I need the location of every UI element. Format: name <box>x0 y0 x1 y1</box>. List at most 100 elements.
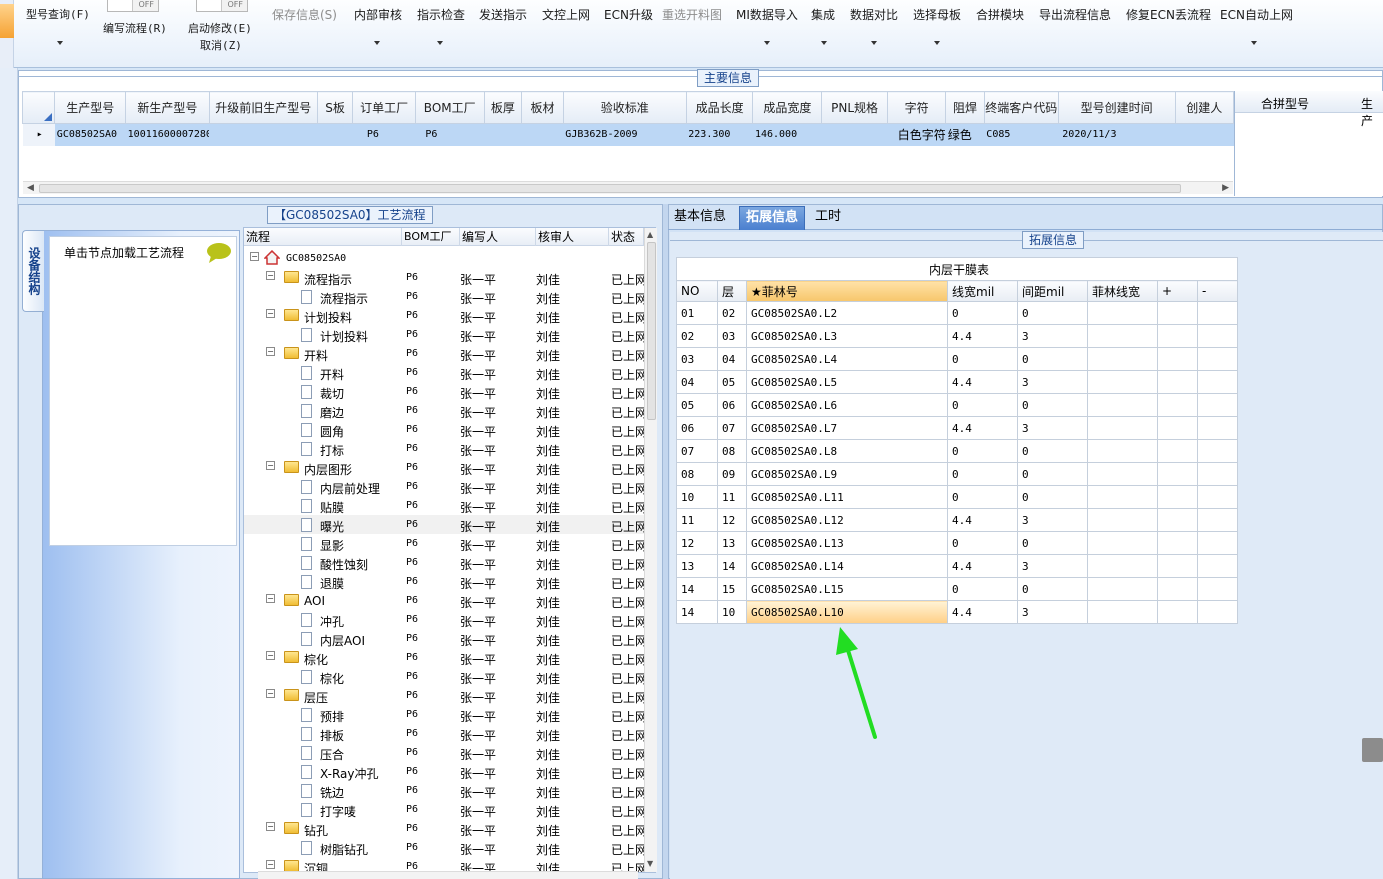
scroll-thumb[interactable] <box>39 184 1181 193</box>
table-cell[interactable]: 14 <box>676 600 718 624</box>
col-header[interactable]: 生产型号 <box>54 91 127 124</box>
table-cell[interactable]: 01 <box>676 301 718 325</box>
scroll-right-icon[interactable]: ▶ <box>1222 183 1229 193</box>
table-row[interactable]: 06 07 GC08502SA0.L7 4.4 3 <box>676 416 1238 440</box>
table-cell[interactable] <box>1157 324 1198 348</box>
tree-step-node[interactable]: 内层AOI P6 张一平 刘佳 已上网 <box>244 629 647 648</box>
table-cell[interactable]: GC08502SA0.L11 <box>746 485 948 509</box>
table-row[interactable]: 05 06 GC08502SA0.L6 0 0 <box>676 393 1238 417</box>
table-cell[interactable] <box>821 123 888 146</box>
table-cell[interactable] <box>1157 393 1198 417</box>
toolbar-cancel[interactable]: 取消(Z) <box>200 37 242 53</box>
table-cell[interactable]: GC08502SA0.L12 <box>746 508 948 532</box>
toolbar-mi-import[interactable]: MI数据导入 <box>736 6 798 23</box>
tree-step-node[interactable]: 铣边 P6 张一平 刘佳 已上网 <box>244 781 647 800</box>
table-cell[interactable] <box>1087 508 1158 532</box>
col-header[interactable]: 字符 <box>886 91 947 124</box>
table-cell[interactable] <box>1197 600 1238 624</box>
table-cell[interactable]: GC08502SA0.L2 <box>746 301 948 325</box>
table-cell[interactable]: 4.4 <box>947 508 1018 532</box>
col-header[interactable]: BOM工厂 <box>402 228 460 246</box>
table-cell[interactable]: GC08502SA0.L9 <box>746 462 948 486</box>
table-row[interactable]: 12 13 GC08502SA0.L13 0 0 <box>676 531 1238 555</box>
tree-step-node[interactable]: 压合 P6 张一平 刘佳 已上网 <box>244 743 647 762</box>
table-cell[interactable]: 4.4 <box>947 416 1018 440</box>
table-cell[interactable]: 10 <box>717 600 747 624</box>
table-cell[interactable]: 0 <box>1017 531 1088 555</box>
table-cell[interactable] <box>1157 554 1198 578</box>
table-cell[interactable]: GC08502SA0.L4 <box>746 347 948 371</box>
table-cell[interactable]: 07 <box>717 416 747 440</box>
table-cell[interactable]: 03 <box>676 347 718 371</box>
tree-step-node[interactable]: 内层前处理 P6 张一平 刘佳 已上网 <box>244 477 647 496</box>
table-cell[interactable]: GC08502SA0.L7 <box>746 416 948 440</box>
table-cell[interactable]: GJB362B-2009 <box>563 123 687 146</box>
table-cell[interactable] <box>1157 600 1198 624</box>
tree-step-node[interactable]: 开料 P6 张一平 刘佳 已上网 <box>244 363 647 382</box>
table-row[interactable]: 13 14 GC08502SA0.L14 4.4 3 <box>676 554 1238 578</box>
table-row[interactable]: 03 04 GC08502SA0.L4 0 0 <box>676 347 1238 371</box>
chevron-down-icon[interactable] <box>871 41 877 45</box>
tree-group-node[interactable]: − 层压 P6 张一平 刘佳 已上网 <box>244 686 647 705</box>
table-cell[interactable]: 13 <box>717 531 747 555</box>
col-header[interactable]: + <box>1157 280 1198 302</box>
table-cell[interactable]: 11 <box>676 508 718 532</box>
tree-group-node[interactable]: − 内层图形 P6 张一平 刘佳 已上网 <box>244 458 647 477</box>
tree-horizontal-scrollbar[interactable] <box>258 871 638 879</box>
col-header[interactable]: 流程 <box>244 228 402 246</box>
chevron-down-icon[interactable] <box>57 41 63 45</box>
tree-step-node[interactable]: 冲孔 P6 张一平 刘佳 已上网 <box>244 610 647 629</box>
table-cell[interactable]: GC08502SA0 <box>54 123 126 146</box>
table-cell[interactable] <box>1087 370 1158 394</box>
toolbar-save-info[interactable]: 保存信息(S) <box>272 6 337 23</box>
col-header[interactable]: 线宽mil <box>947 280 1018 302</box>
table-cell[interactable] <box>1197 347 1238 371</box>
table-cell[interactable]: 10011600007280 <box>125 123 210 146</box>
table-cell[interactable] <box>1157 439 1198 463</box>
col-header[interactable]: 菲林线宽 <box>1087 280 1158 302</box>
tree-step-node[interactable]: 磨边 P6 张一平 刘佳 已上网 <box>244 401 647 420</box>
toolbar-ecn-auto-online[interactable]: ECN自动上网 <box>1220 6 1293 23</box>
table-cell[interactable]: GC08502SA0.L8 <box>746 439 948 463</box>
tree-step-node[interactable]: 树脂钻孔 P6 张一平 刘佳 已上网 <box>244 838 647 857</box>
toolbar-send-instruction[interactable]: 发送指示 <box>479 6 527 23</box>
table-cell[interactable] <box>1197 393 1238 417</box>
tree-step-node[interactable]: 排板 P6 张一平 刘佳 已上网 <box>244 724 647 743</box>
table-cell[interactable] <box>209 123 318 146</box>
col-header[interactable]: 型号创建时间 <box>1057 91 1176 124</box>
chevron-down-icon[interactable] <box>374 41 380 45</box>
table-cell[interactable] <box>1157 347 1198 371</box>
table-cell[interactable] <box>1087 439 1158 463</box>
table-cell[interactable]: 146.000 <box>752 123 822 146</box>
table-row[interactable]: ▸ GC08502SA0 10011600007280 P6 P6 GJB362… <box>22 123 1234 146</box>
table-cell[interactable]: GC08502SA0.L15 <box>746 577 948 601</box>
table-cell[interactable]: 0 <box>1017 347 1088 371</box>
drag-handle-icon[interactable] <box>1362 738 1383 762</box>
chevron-down-icon[interactable] <box>764 41 770 45</box>
table-cell[interactable] <box>1157 416 1198 440</box>
table-row[interactable]: 01 02 GC08502SA0.L2 0 0 <box>676 301 1238 325</box>
tree-step-node[interactable]: 棕化 P6 张一平 刘佳 已上网 <box>244 667 647 686</box>
table-cell[interactable]: 10 <box>676 485 718 509</box>
tree-step-node[interactable]: 显影 P6 张一平 刘佳 已上网 <box>244 534 647 553</box>
col-header[interactable]: 升级前旧生产型号 <box>208 91 318 124</box>
table-cell[interactable]: 15 <box>717 577 747 601</box>
table-cell[interactable]: 02 <box>676 324 718 348</box>
tree-vertical-scrollbar[interactable]: ▲ ▼ <box>644 228 657 872</box>
table-cell[interactable]: 0 <box>1017 577 1088 601</box>
table-cell[interactable]: 0 <box>947 439 1018 463</box>
collapse-icon[interactable]: − <box>266 594 275 603</box>
table-cell[interactable] <box>1157 485 1198 509</box>
table-cell[interactable]: 0 <box>947 393 1018 417</box>
table-cell[interactable]: GC08502SA0.L6 <box>746 393 948 417</box>
table-cell[interactable]: 07 <box>676 439 718 463</box>
table-cell[interactable]: 4.4 <box>947 324 1018 348</box>
table-cell[interactable]: 12 <box>676 531 718 555</box>
table-cell[interactable] <box>317 123 353 146</box>
table-cell[interactable] <box>1197 324 1238 348</box>
chevron-down-icon[interactable] <box>934 41 940 45</box>
scroll-left-icon[interactable]: ◀ <box>27 183 34 193</box>
col-header[interactable]: 板材 <box>521 91 564 124</box>
tree-step-node[interactable]: 计划投料 P6 张一平 刘佳 已上网 <box>244 325 647 344</box>
table-cell[interactable] <box>1157 370 1198 394</box>
